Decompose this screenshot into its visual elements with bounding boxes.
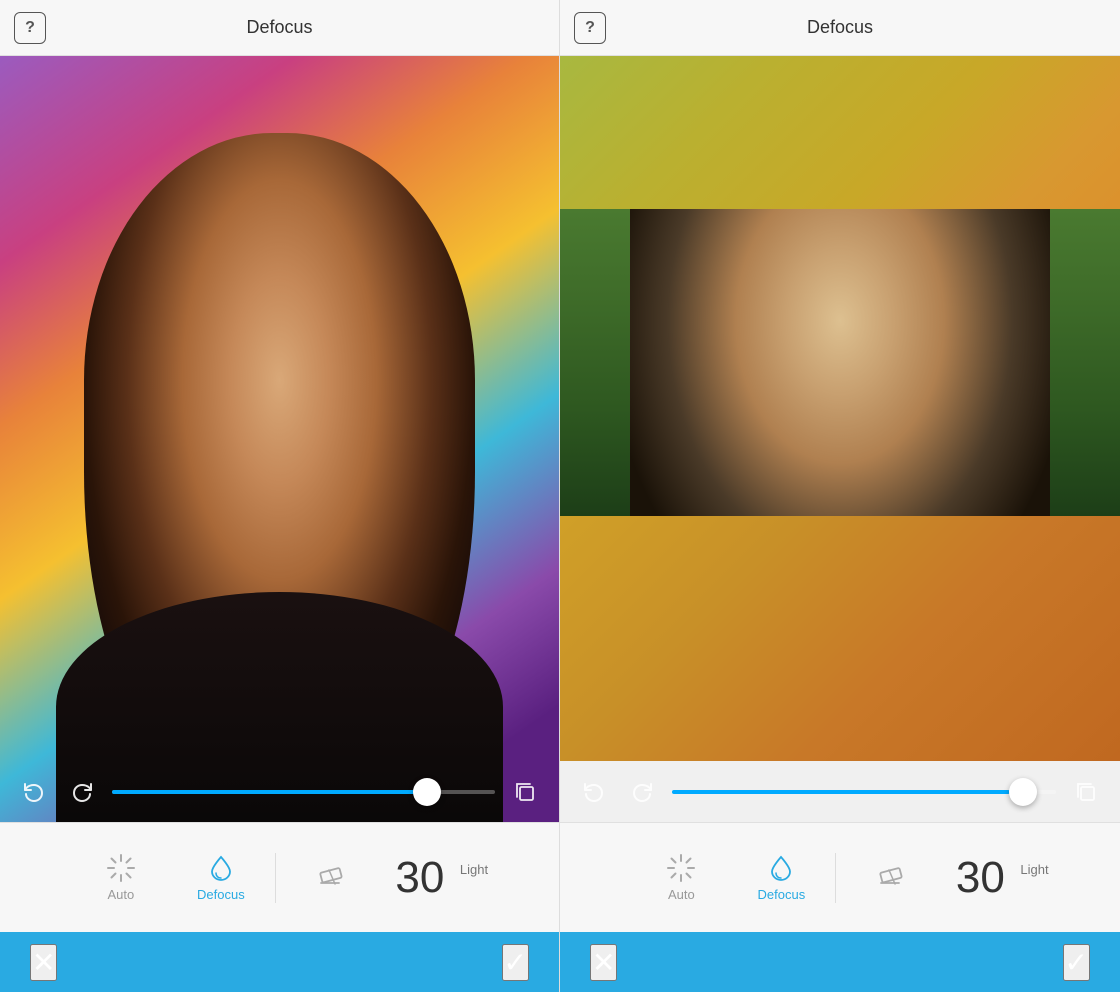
defocus-icon [206, 853, 236, 883]
right-undo-button[interactable] [576, 774, 612, 810]
left-copy-button[interactable] [507, 774, 543, 810]
right-slider[interactable] [672, 790, 1056, 794]
left-action-bar: ✕ ✓ [0, 932, 559, 992]
left-help-button[interactable]: ? [14, 12, 46, 44]
right-light-label-container: Light [1020, 860, 1048, 895]
right-slider-fill [672, 790, 1010, 794]
right-help-button[interactable]: ? [574, 12, 606, 44]
right-copy-icon [1074, 780, 1098, 804]
right-eraser-icon [875, 861, 905, 891]
right-help-icon: ? [585, 19, 595, 37]
right-auto-sparkle-icon [666, 853, 696, 883]
left-tool-auto[interactable]: Auto [71, 845, 171, 910]
left-undo-button[interactable] [16, 774, 52, 810]
left-cancel-button[interactable]: ✕ [30, 944, 57, 981]
right-light-label: Light [1020, 862, 1048, 877]
left-toolbar: Auto Defocus 30 [0, 822, 559, 932]
right-action-bar: ✕ ✓ [560, 932, 1120, 992]
right-auto-icon [666, 853, 696, 883]
left-slider-fill [112, 790, 418, 794]
left-number: 30 [395, 856, 444, 900]
undo-icon [22, 780, 46, 804]
right-eraser-svg-icon [875, 861, 905, 891]
right-number: 30 [956, 856, 1005, 900]
left-defocus-label: Defocus [197, 887, 245, 902]
right-header: ? Defocus [560, 0, 1120, 56]
right-tool-defocus[interactable]: Defocus [731, 845, 831, 910]
right-redo-icon [630, 780, 654, 804]
eraser-icon [315, 861, 345, 891]
right-cancel-button[interactable]: ✕ [590, 944, 617, 981]
right-defocus-water-icon [766, 853, 796, 883]
left-slider-area [0, 762, 559, 822]
right-redo-button[interactable] [624, 774, 660, 810]
right-image-area [560, 56, 1120, 822]
left-panel: ? Defocus [0, 0, 560, 992]
left-light-label: Light [460, 862, 488, 877]
right-panel: ? Defocus [560, 0, 1120, 992]
redo-icon [70, 780, 94, 804]
left-toolbar-divider [275, 853, 276, 903]
left-light-label-container: Light [460, 860, 488, 895]
left-confirm-button[interactable]: ✓ [502, 944, 529, 981]
left-slider-track [112, 790, 495, 794]
right-slider-area [560, 762, 1120, 822]
right-confirm-button[interactable]: ✓ [1063, 944, 1090, 981]
left-title: Defocus [246, 17, 312, 38]
left-tool-defocus[interactable]: Defocus [171, 845, 271, 910]
right-tool-number: 30 [940, 848, 1020, 908]
left-image-area [0, 56, 559, 822]
right-undo-icon [582, 780, 606, 804]
right-slider-track [672, 790, 1056, 794]
right-toolbar: Auto Defocus 30 [560, 822, 1120, 932]
auto-sparkle-icon [106, 853, 136, 883]
eraser-svg-icon [315, 861, 345, 891]
right-copy-button[interactable] [1068, 774, 1104, 810]
left-header: ? Defocus [0, 0, 559, 56]
right-tool-auto[interactable]: Auto [631, 845, 731, 910]
left-tool-number: 30 [380, 848, 460, 908]
auto-icon [106, 853, 136, 883]
right-photo-bottom-bg [560, 516, 1120, 761]
help-icon: ? [25, 19, 35, 37]
left-redo-button[interactable] [64, 774, 100, 810]
left-slider[interactable] [112, 790, 495, 794]
right-toolbar-divider [835, 853, 836, 903]
right-title: Defocus [807, 17, 873, 38]
right-defocus-icon [766, 853, 796, 883]
right-defocus-label: Defocus [758, 887, 806, 902]
defocus-water-icon [206, 853, 236, 883]
copy-icon [513, 780, 537, 804]
right-slider-thumb[interactable] [1009, 778, 1037, 806]
right-auto-label: Auto [668, 887, 695, 902]
left-slider-thumb[interactable] [413, 778, 441, 806]
left-tool-eraser[interactable] [280, 853, 380, 903]
right-tool-eraser[interactable] [840, 853, 940, 903]
left-auto-label: Auto [108, 887, 135, 902]
